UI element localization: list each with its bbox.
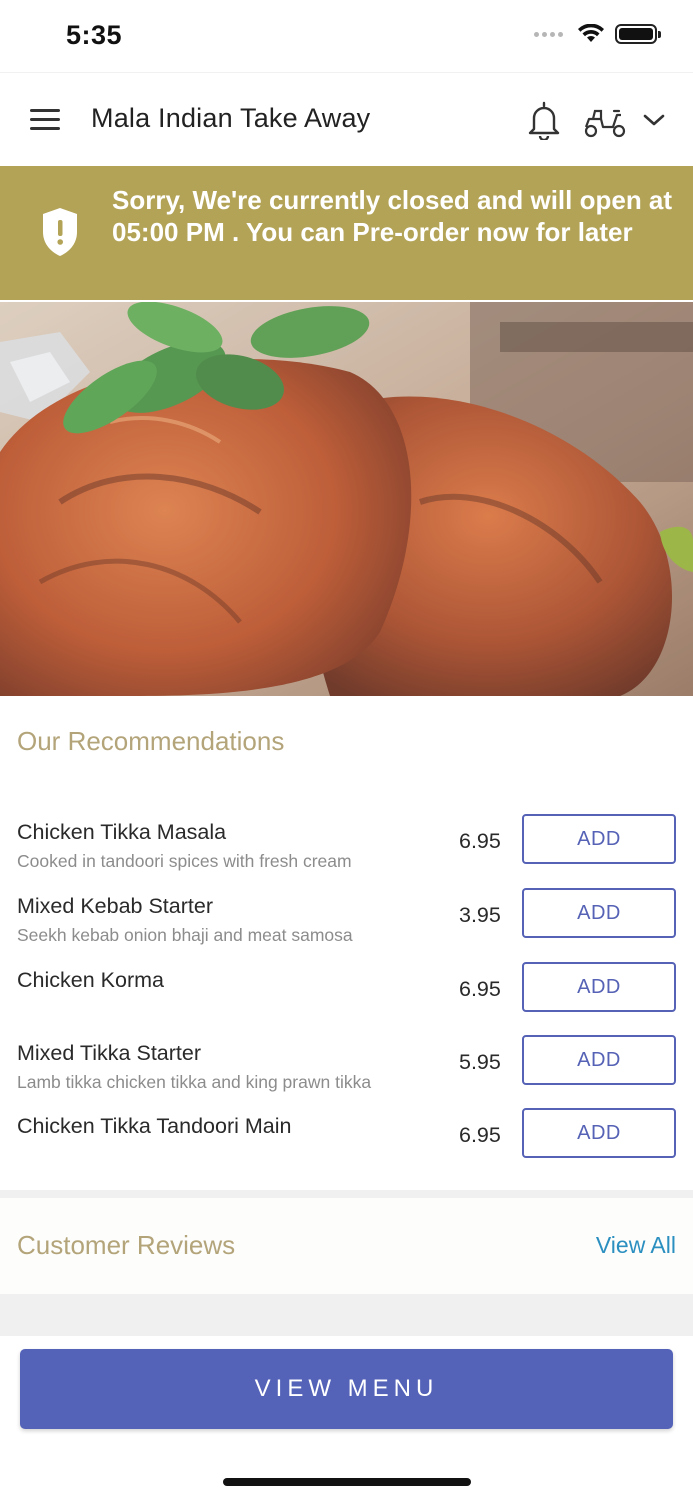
chevron-down-icon[interactable]	[642, 111, 666, 129]
bell-icon[interactable]	[526, 100, 562, 140]
add-button[interactable]: ADD	[522, 814, 676, 864]
recommendations-title: Our Recommendations	[17, 726, 285, 756]
dish-name: Chicken Korma	[17, 968, 164, 992]
add-button[interactable]: ADD	[522, 888, 676, 938]
home-indicator[interactable]	[223, 1478, 471, 1486]
dish-description: Seekh kebab onion bhaji and meat samosa	[17, 925, 353, 945]
list-item: Chicken Tikka Tandoori Main 6.95 ADD	[0, 1108, 693, 1184]
shield-alert-icon	[43, 208, 77, 256]
list-item: Mixed Kebab Starter Seekh kebab onion bh…	[0, 888, 693, 964]
dish-price: 6.95	[459, 977, 501, 1001]
restaurant-title: Mala Indian Take Away	[91, 103, 371, 133]
dish-price: 3.95	[459, 903, 501, 927]
status-icons	[534, 24, 661, 44]
closed-message: Sorry, We're currently closed and will o…	[112, 185, 673, 247]
wifi-icon	[578, 24, 604, 42]
cellular-signal-icon	[534, 31, 563, 37]
hero-food-image	[0, 302, 693, 696]
section-divider	[0, 1294, 693, 1336]
add-button[interactable]: ADD	[522, 1035, 676, 1085]
status-time: 5:35	[66, 20, 123, 50]
dish-description: Cooked in tandoori spices with fresh cre…	[17, 851, 352, 871]
dish-price: 6.95	[459, 1123, 501, 1147]
dish-price: 5.95	[459, 1050, 501, 1074]
list-item: Mixed Tikka Starter Lamb tikka chicken t…	[0, 1035, 693, 1111]
view-menu-button[interactable]: VIEW MENU	[20, 1349, 673, 1429]
app-header: Mala Indian Take Away	[0, 72, 693, 166]
list-item: Chicken Korma 6.95 ADD	[0, 962, 693, 1038]
add-button[interactable]: ADD	[522, 1108, 676, 1158]
dish-name: Chicken Tikka Masala	[17, 820, 227, 844]
dish-price: 6.95	[459, 829, 501, 853]
reviews-title: Customer Reviews	[17, 1230, 236, 1260]
view-all-link[interactable]: View All	[596, 1232, 676, 1259]
battery-icon	[615, 24, 661, 44]
status-bar: 5:35	[0, 0, 693, 72]
dish-name: Mixed Kebab Starter	[17, 894, 213, 918]
dish-name: Chicken Tikka Tandoori Main	[17, 1114, 292, 1138]
list-item: Chicken Tikka Masala Cooked in tandoori …	[0, 814, 693, 890]
dish-name: Mixed Tikka Starter	[17, 1041, 201, 1065]
scooter-icon[interactable]	[583, 105, 627, 139]
hamburger-menu-icon[interactable]	[30, 109, 62, 131]
section-divider	[0, 1190, 693, 1198]
dish-description: Lamb tikka chicken tikka and king prawn …	[17, 1072, 372, 1092]
add-button[interactable]: ADD	[522, 962, 676, 1012]
customer-reviews-section: Customer Reviews View All	[0, 1198, 693, 1294]
